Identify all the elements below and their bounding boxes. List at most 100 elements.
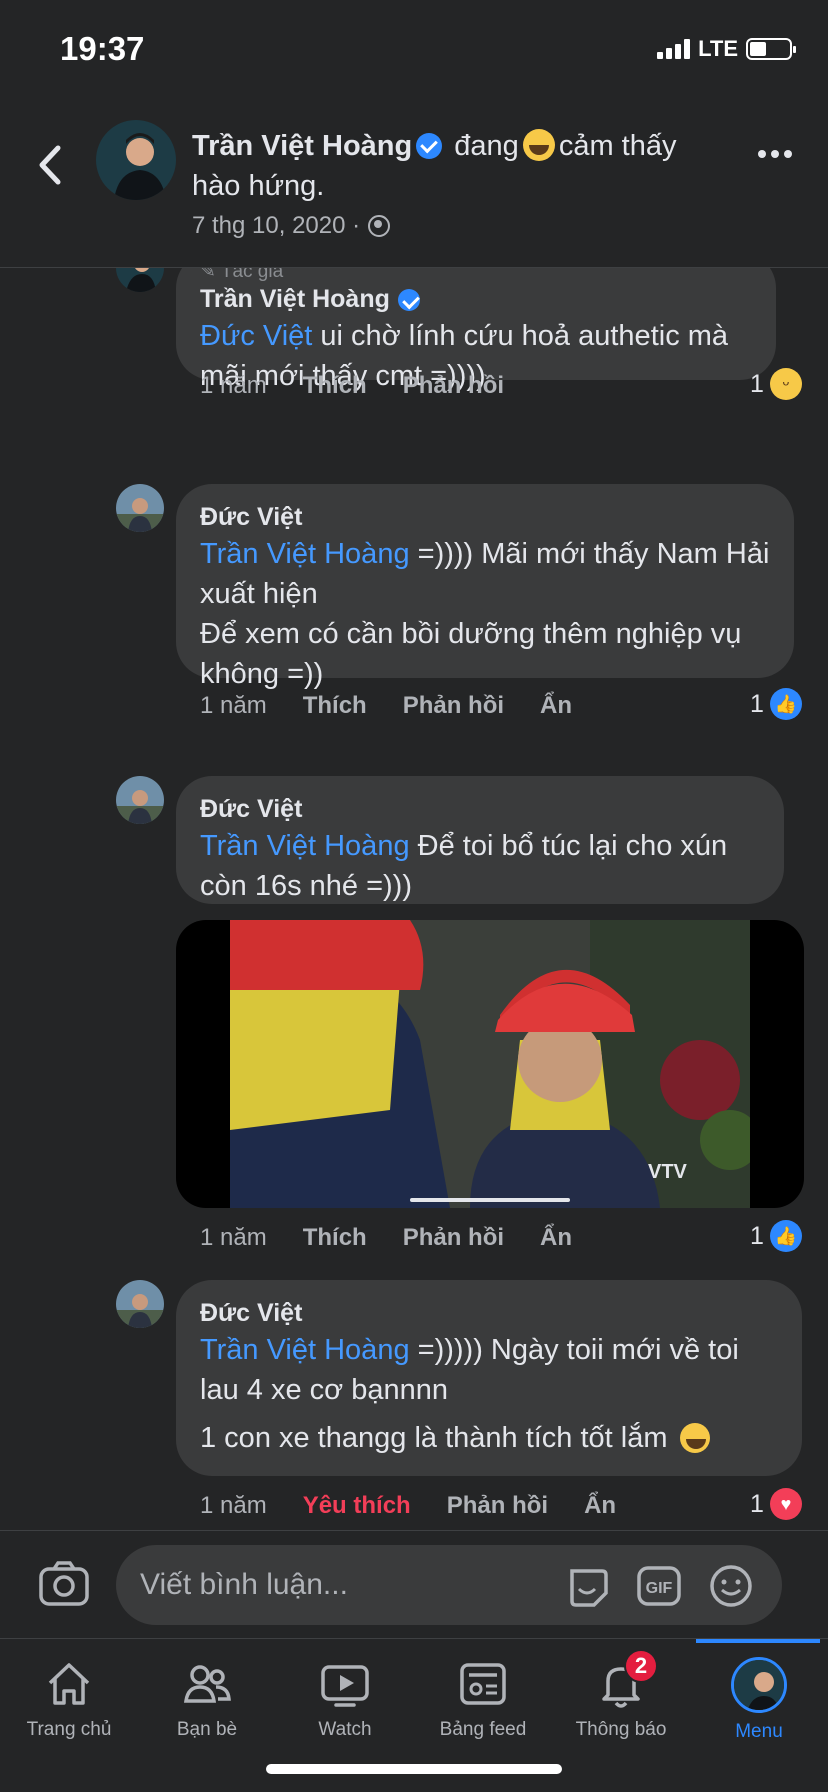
author-tag: ✎ Tác giả bbox=[200, 268, 284, 282]
comment-bubble: Đức Việt Trần Việt Hoàng =))))) Ngày toi… bbox=[176, 1280, 802, 1476]
comment-time: 1 năm bbox=[200, 372, 267, 399]
like-reaction-icon: 👍 bbox=[769, 688, 802, 720]
reply-button[interactable]: Phản hồi bbox=[447, 1492, 548, 1520]
tab-label: Trang chủ bbox=[26, 1719, 112, 1740]
reaction-count[interactable]: 1 ᵕ bbox=[750, 368, 802, 400]
reply-button[interactable]: Phản hồi bbox=[403, 1224, 504, 1252]
comment-composer: Viết bình luận... GIF bbox=[0, 1530, 828, 1638]
network-label: LTE bbox=[698, 36, 738, 61]
comment-time: 1 năm bbox=[200, 1492, 267, 1519]
svg-text:GIF: GIF bbox=[646, 1580, 673, 1597]
post-date: 7 thg 10, 2020 · bbox=[192, 212, 391, 240]
reply-button[interactable]: Phản hồi bbox=[403, 692, 504, 720]
more-options-icon[interactable] bbox=[758, 150, 792, 158]
like-button[interactable]: Thích bbox=[303, 692, 367, 720]
tab-watch[interactable]: Watch bbox=[276, 1657, 414, 1741]
comment-author[interactable]: Đức Việt bbox=[200, 500, 770, 534]
status-bar: 19:37 LTE bbox=[0, 0, 828, 100]
friends-icon bbox=[183, 1665, 231, 1703]
menu-avatar bbox=[731, 1657, 787, 1713]
sticker-icon[interactable] bbox=[564, 1563, 610, 1609]
status-time: 19:37 bbox=[60, 30, 145, 67]
comment-author[interactable]: Đức Việt bbox=[200, 792, 760, 826]
comment-text: Trần Việt Hoàng Để toi bổ túc lại cho xú… bbox=[200, 830, 728, 902]
feed-icon bbox=[460, 1663, 506, 1705]
verified-icon bbox=[397, 289, 420, 311]
video-frame: VTV bbox=[230, 920, 750, 1208]
comment-bubble: ✎ Tác giả Trần Việt Hoàng Đức Việt ui ch… bbox=[176, 268, 776, 392]
comment-input[interactable]: Viết bình luận... bbox=[116, 1545, 782, 1625]
comment-feed: ✎ Tác giả Trần Việt Hoàng Đức Việt ui ch… bbox=[0, 268, 828, 1530]
tab-notifications[interactable]: 2 Thông báo bbox=[552, 1649, 690, 1741]
comment-text-line2: 1 con xe thangg là thành tích tốt lắm bbox=[200, 1418, 778, 1458]
activity-before: đang bbox=[454, 130, 519, 162]
comment-avatar[interactable] bbox=[116, 268, 164, 292]
comment-actions: 1 năm Thích Phản hồi Ẩn bbox=[200, 692, 608, 720]
home-icon bbox=[48, 1663, 90, 1705]
tab-label: Menu bbox=[735, 1721, 783, 1742]
comment-text-line2: Để xem có cần bồi dưỡng thêm nghiệp vụ k… bbox=[200, 618, 742, 690]
reaction-count[interactable]: 1 👍 bbox=[750, 1220, 802, 1252]
mention-link[interactable]: Trần Việt Hoàng bbox=[200, 1334, 410, 1366]
home-indicator[interactable] bbox=[266, 1764, 562, 1774]
active-tab-indicator bbox=[696, 1639, 820, 1643]
video-attachment[interactable]: VTV bbox=[176, 920, 804, 1208]
tab-feed[interactable]: Bảng feed bbox=[414, 1657, 552, 1741]
comment-actions: 1 năm Thích Phản hồi Ẩn bbox=[200, 1224, 608, 1252]
tab-label: Bảng feed bbox=[439, 1719, 527, 1740]
bell-icon-wrap: 2 bbox=[594, 1649, 658, 1711]
author-avatar[interactable] bbox=[96, 120, 176, 200]
love-button[interactable]: Yêu thích bbox=[303, 1492, 411, 1520]
like-reaction-icon: 👍 bbox=[769, 1220, 802, 1252]
tab-label: Thông báo bbox=[575, 1719, 667, 1740]
notification-badge: 2 bbox=[624, 1649, 658, 1683]
emoji-icon[interactable] bbox=[708, 1563, 754, 1609]
signal-icon bbox=[657, 39, 691, 59]
reaction-count[interactable]: 1 👍 bbox=[750, 688, 802, 720]
post-date-text: 7 thg 10, 2020 · bbox=[192, 212, 361, 239]
camera-icon[interactable] bbox=[38, 1561, 90, 1607]
mention-link[interactable]: Đức Việt bbox=[200, 320, 312, 352]
author-name[interactable]: Trần Việt Hoàng bbox=[192, 130, 412, 162]
watch-icon bbox=[321, 1665, 369, 1707]
verified-icon bbox=[416, 133, 443, 159]
comment-avatar[interactable] bbox=[116, 1280, 164, 1328]
comment-text: Trần Việt Hoàng =)))) Mãi mới thấy Nam H… bbox=[200, 538, 770, 610]
tab-label: Watch bbox=[318, 1719, 372, 1740]
comment-bubble: Đức Việt Trần Việt Hoàng Để toi bổ túc l… bbox=[176, 776, 784, 904]
mention-link[interactable]: Trần Việt Hoàng bbox=[200, 830, 410, 862]
gif-icon[interactable]: GIF bbox=[636, 1563, 682, 1609]
comment-actions: 1 năm Thích Phản hồi bbox=[200, 372, 540, 400]
like-button[interactable]: Thích bbox=[303, 1224, 367, 1252]
love-reaction-icon: ♥ bbox=[769, 1488, 802, 1520]
mention-link[interactable]: Trần Việt Hoàng bbox=[200, 538, 410, 570]
tab-home[interactable]: Trang chủ bbox=[0, 1657, 138, 1741]
status-right: LTE bbox=[657, 36, 796, 62]
comment-avatar[interactable] bbox=[116, 776, 164, 824]
globe-icon bbox=[368, 215, 391, 237]
svg-text:VTV: VTV bbox=[648, 1161, 688, 1183]
hide-button[interactable]: Ẩn bbox=[540, 692, 572, 720]
hide-button[interactable]: Ẩn bbox=[540, 1224, 572, 1252]
grinning-emoji-icon bbox=[522, 129, 555, 161]
battery-icon bbox=[746, 38, 796, 60]
comment-author[interactable]: Đức Việt bbox=[200, 1296, 778, 1330]
tab-friends[interactable]: Bạn bè bbox=[138, 1657, 276, 1741]
laughing-emoji-icon bbox=[679, 1423, 710, 1453]
back-icon[interactable] bbox=[30, 140, 70, 190]
post-title: Trần Việt Hoàng đang cảm thấy hào hứng. bbox=[192, 126, 732, 206]
post-header: Trần Việt Hoàng đang cảm thấy hào hứng. 7… bbox=[0, 100, 828, 268]
like-button[interactable]: Thích bbox=[303, 372, 367, 400]
comment-time: 1 năm bbox=[200, 1224, 267, 1251]
reply-button[interactable]: Phản hồi bbox=[403, 372, 504, 400]
comment-actions: 1 năm Yêu thích Phản hồi Ẩn bbox=[200, 1492, 652, 1520]
hide-button[interactable]: Ẩn bbox=[584, 1492, 616, 1520]
tab-menu[interactable]: Menu bbox=[690, 1657, 828, 1743]
haha-reaction-icon: ᵕ bbox=[769, 368, 802, 400]
reaction-count[interactable]: 1 ♥ bbox=[750, 1488, 802, 1520]
tab-label: Bạn bè bbox=[176, 1719, 238, 1740]
video-progress-bar[interactable] bbox=[410, 1198, 570, 1202]
comment-time: 1 năm bbox=[200, 692, 267, 719]
comment-author[interactable]: Trần Việt Hoàng bbox=[200, 282, 390, 316]
comment-avatar[interactable] bbox=[116, 484, 164, 532]
